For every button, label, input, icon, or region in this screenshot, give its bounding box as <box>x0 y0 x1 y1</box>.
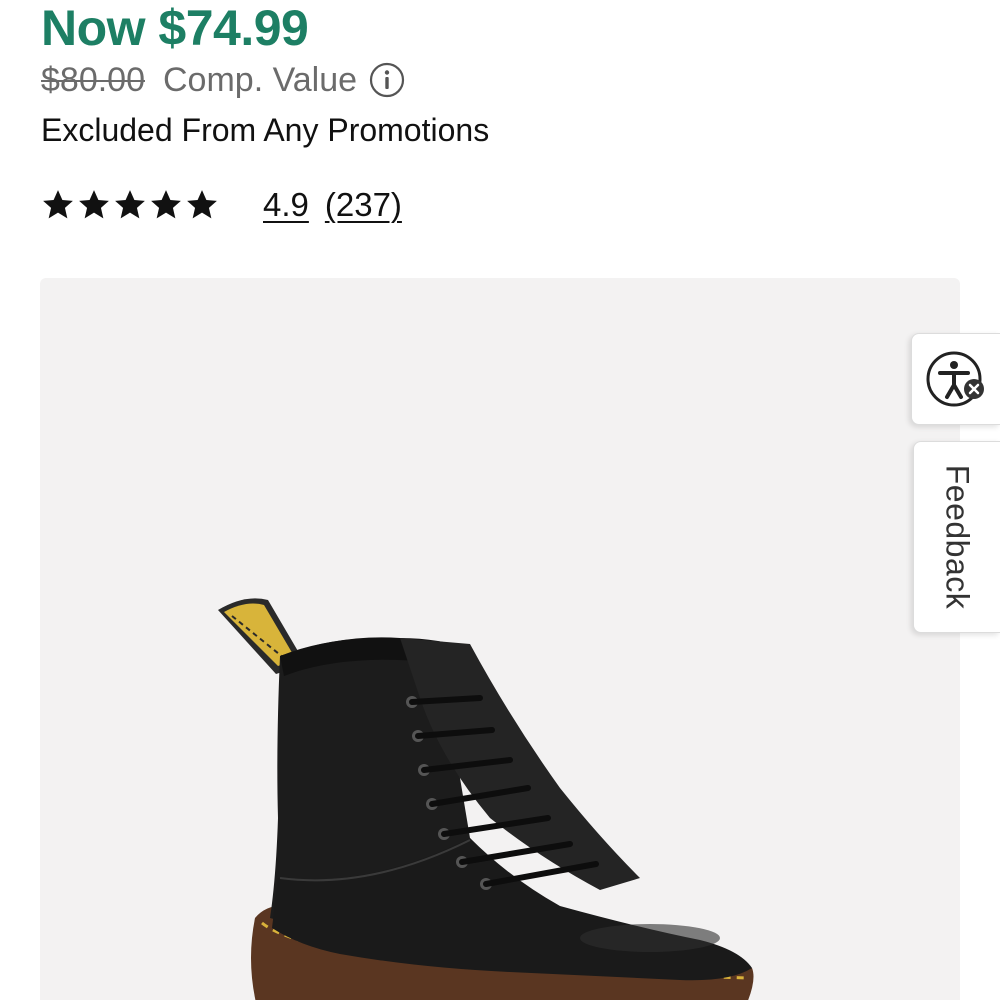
star-icon <box>187 190 217 219</box>
comp-value-label: Comp. Value <box>163 60 358 99</box>
product-detail-page: Now $74.99 $80.00 Comp. Value Excluded F… <box>0 0 1000 1000</box>
star-icon <box>115 190 145 219</box>
original-price: $80.00 <box>41 60 145 99</box>
feedback-label: Feedback <box>939 464 976 610</box>
sale-price: Now $74.99 <box>41 0 309 56</box>
rating-summary: 4.9 (237) <box>41 180 402 230</box>
feedback-tab[interactable]: Feedback <box>913 441 1000 633</box>
star-icon <box>151 190 181 219</box>
promotion-exclusion-note: Excluded From Any Promotions <box>41 112 490 148</box>
accessibility-button[interactable] <box>911 333 1000 425</box>
accessibility-icon <box>926 351 984 407</box>
star-icon <box>43 190 73 219</box>
info-icon[interactable] <box>369 62 405 98</box>
product-image-panel[interactable] <box>40 278 960 1000</box>
star-rating <box>41 188 219 222</box>
rating-value-link[interactable]: 4.9 <box>263 186 309 224</box>
review-count-link[interactable]: (237) <box>325 186 402 224</box>
star-icon <box>79 190 109 219</box>
comp-value-row: $80.00 Comp. Value <box>41 58 405 102</box>
boot-image <box>218 598 754 1000</box>
